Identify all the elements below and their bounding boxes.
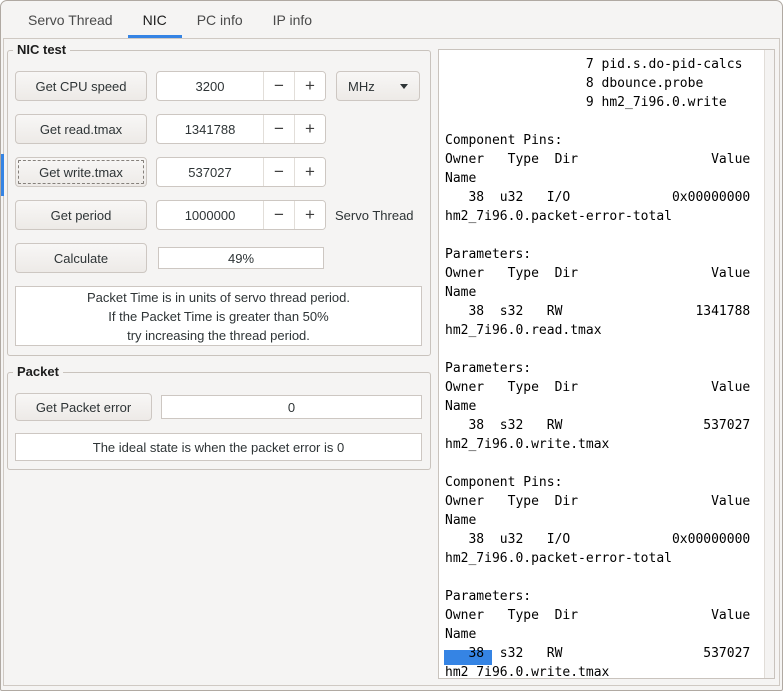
hal-output-text[interactable]: 7 pid.s.do-pid-calcs 8 dbounce.probe 9 h… [439,50,774,678]
tab-label: PC info [196,11,243,28]
nic-test-frame-title: NIC test [13,42,71,57]
cpu-speed-spinbox: 3200 − + [156,71,326,101]
packet-frame: Packet Get Packet error 0 The ideal stat… [7,364,431,470]
period-row: Get period 1000000 − + Servo Thread [15,200,422,230]
packet-time-info-box: Packet Time is in units of servo thread … [15,286,422,346]
cpu-speed-row: Get CPU speed 3200 − + MHz [15,71,422,101]
cpu-speed-value[interactable]: 3200 [157,72,263,100]
get-write-tmax-button[interactable]: Get write.tmax [15,157,147,187]
tab-servo-thread[interactable]: Servo Thread [13,1,128,38]
packet-time-progressbar: 49% [158,247,324,269]
calculate-row: Calculate 49% [15,243,422,273]
cpu-speed-increment-button[interactable]: + [294,72,325,100]
cpu-speed-decrement-button[interactable]: − [263,72,294,100]
tab-label: Servo Thread [28,11,113,28]
read-tmax-value[interactable]: 1341788 [157,115,263,143]
write-tmax-spinbox: 537027 − + [156,157,326,187]
nic-test-body: Get CPU speed 3200 − + MHz Get read.tmax… [8,51,430,354]
read-tmax-decrement-button[interactable]: − [263,115,294,143]
get-read-tmax-button[interactable]: Get read.tmax [15,114,147,144]
read-tmax-spinbox: 1341788 − + [156,114,326,144]
tab-label: IP info [272,11,313,28]
focus-indicator-strip [1,154,4,196]
speed-unit-value: MHz [348,78,375,94]
tab-pc-info[interactable]: PC info [182,1,258,38]
packet-time-percentage: 49% [227,250,255,266]
period-value[interactable]: 1000000 [157,201,263,229]
write-tmax-increment-button[interactable]: + [294,158,325,186]
packet-error-field[interactable]: 0 [161,395,422,419]
period-decrement-button[interactable]: − [263,201,294,229]
chevron-down-icon [400,83,408,89]
tab-bar: Servo Thread NIC PC info IP info [1,1,782,38]
packet-body: Get Packet error 0 The ideal state is wh… [8,373,430,469]
get-period-button[interactable]: Get period [15,200,147,230]
tab-ip-info[interactable]: IP info [258,1,327,38]
tab-label: NIC [142,11,167,28]
tab-nic[interactable]: NIC [128,1,182,38]
period-spinbox: 1000000 − + [156,200,326,230]
app-window: Servo Thread NIC PC info IP info NIC tes… [0,0,783,691]
packet-error-info-box: The ideal state is when the packet error… [15,433,422,461]
write-tmax-value[interactable]: 537027 [157,158,263,186]
hal-output-panel[interactable]: 7 pid.s.do-pid-calcs 8 dbounce.probe 9 h… [438,49,775,679]
write-tmax-decrement-button[interactable]: − [263,158,294,186]
vertical-scrollbar[interactable] [764,50,774,678]
nic-test-frame: NIC test Get CPU speed 3200 − + MHz Get … [7,42,431,356]
get-packet-error-button[interactable]: Get Packet error [15,393,152,421]
write-tmax-row: Get write.tmax 537027 − + [15,157,422,187]
get-cpu-speed-button[interactable]: Get CPU speed [15,71,147,101]
read-tmax-row: Get read.tmax 1341788 − + [15,114,422,144]
packet-error-row: Get Packet error 0 [15,393,422,421]
calculate-button[interactable]: Calculate [15,243,147,273]
packet-frame-title: Packet [13,364,63,379]
period-increment-button[interactable]: + [294,201,325,229]
servo-thread-label: Servo Thread [335,207,414,223]
read-tmax-increment-button[interactable]: + [294,115,325,143]
speed-unit-dropdown[interactable]: MHz [336,71,420,101]
